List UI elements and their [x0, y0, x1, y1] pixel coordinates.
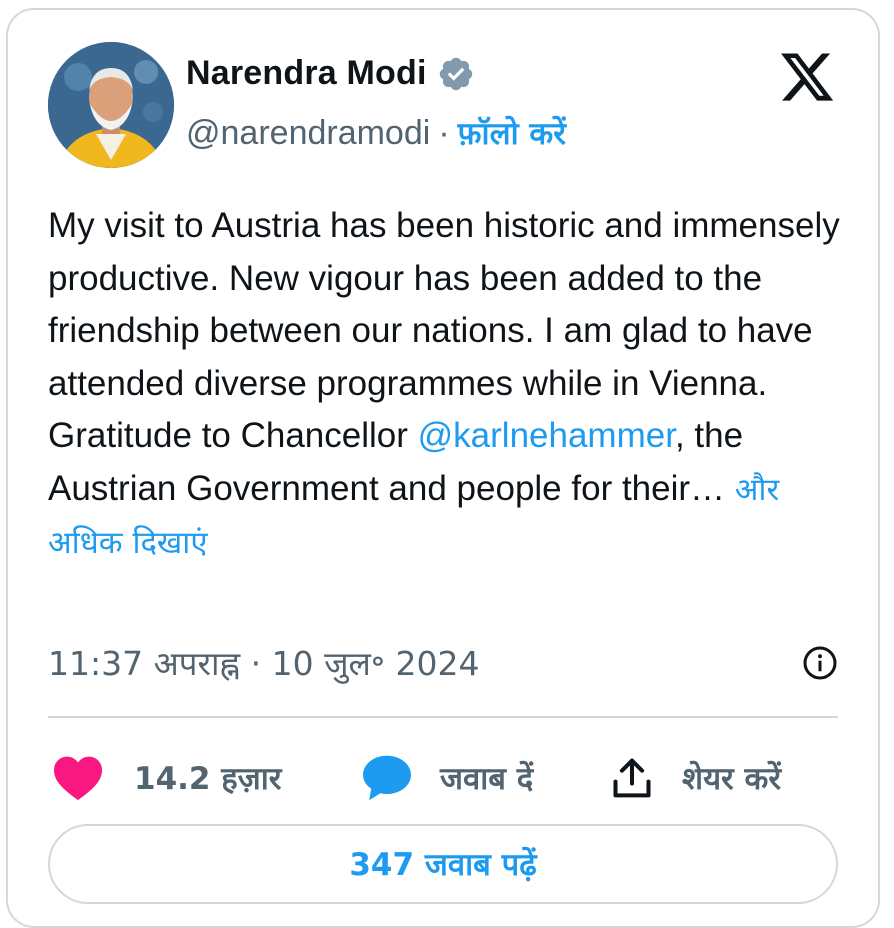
x-logo-icon[interactable] — [778, 48, 836, 106]
tweet-text: My visit to Austria has been historic an… — [48, 200, 848, 570]
info-icon[interactable] — [802, 645, 838, 681]
speech-bubble-icon — [363, 755, 411, 801]
mention-link[interactable]: @karlnehammer — [418, 416, 675, 455]
avatar[interactable] — [48, 42, 174, 168]
read-replies-button[interactable]: 347 जवाब पढ़ें — [48, 824, 838, 904]
verified-badge-icon — [439, 57, 472, 90]
handle-separator: · — [438, 113, 450, 152]
avatar-image — [48, 42, 174, 168]
like-button[interactable]: 14.2 हज़ार — [52, 750, 281, 806]
follow-button[interactable]: फ़ॉलो करें — [458, 112, 566, 154]
author-name[interactable]: Narendra Modi — [186, 54, 427, 93]
action-bar: 14.2 हज़ार जवाब दें शेयर करें — [52, 750, 842, 806]
reply-button[interactable]: जवाब दें — [362, 750, 533, 806]
tweet-timestamp[interactable]: 11:37 अपराह्न · 10 जुल॰ 2024 — [48, 640, 479, 685]
tweet-card: Narendra Modi @narendramodi · फ़ॉलो करें… — [6, 8, 880, 928]
share-upload-icon — [613, 758, 651, 798]
share-button[interactable]: शेयर करें — [610, 750, 781, 806]
author-handle[interactable]: @narendramodi — [186, 114, 430, 153]
heart-icon — [53, 756, 103, 801]
share-label: शेयर करें — [682, 761, 782, 797]
divider — [48, 716, 838, 718]
reply-label: जवाब दें — [440, 761, 534, 797]
like-count: 14.2 हज़ार — [134, 761, 282, 797]
